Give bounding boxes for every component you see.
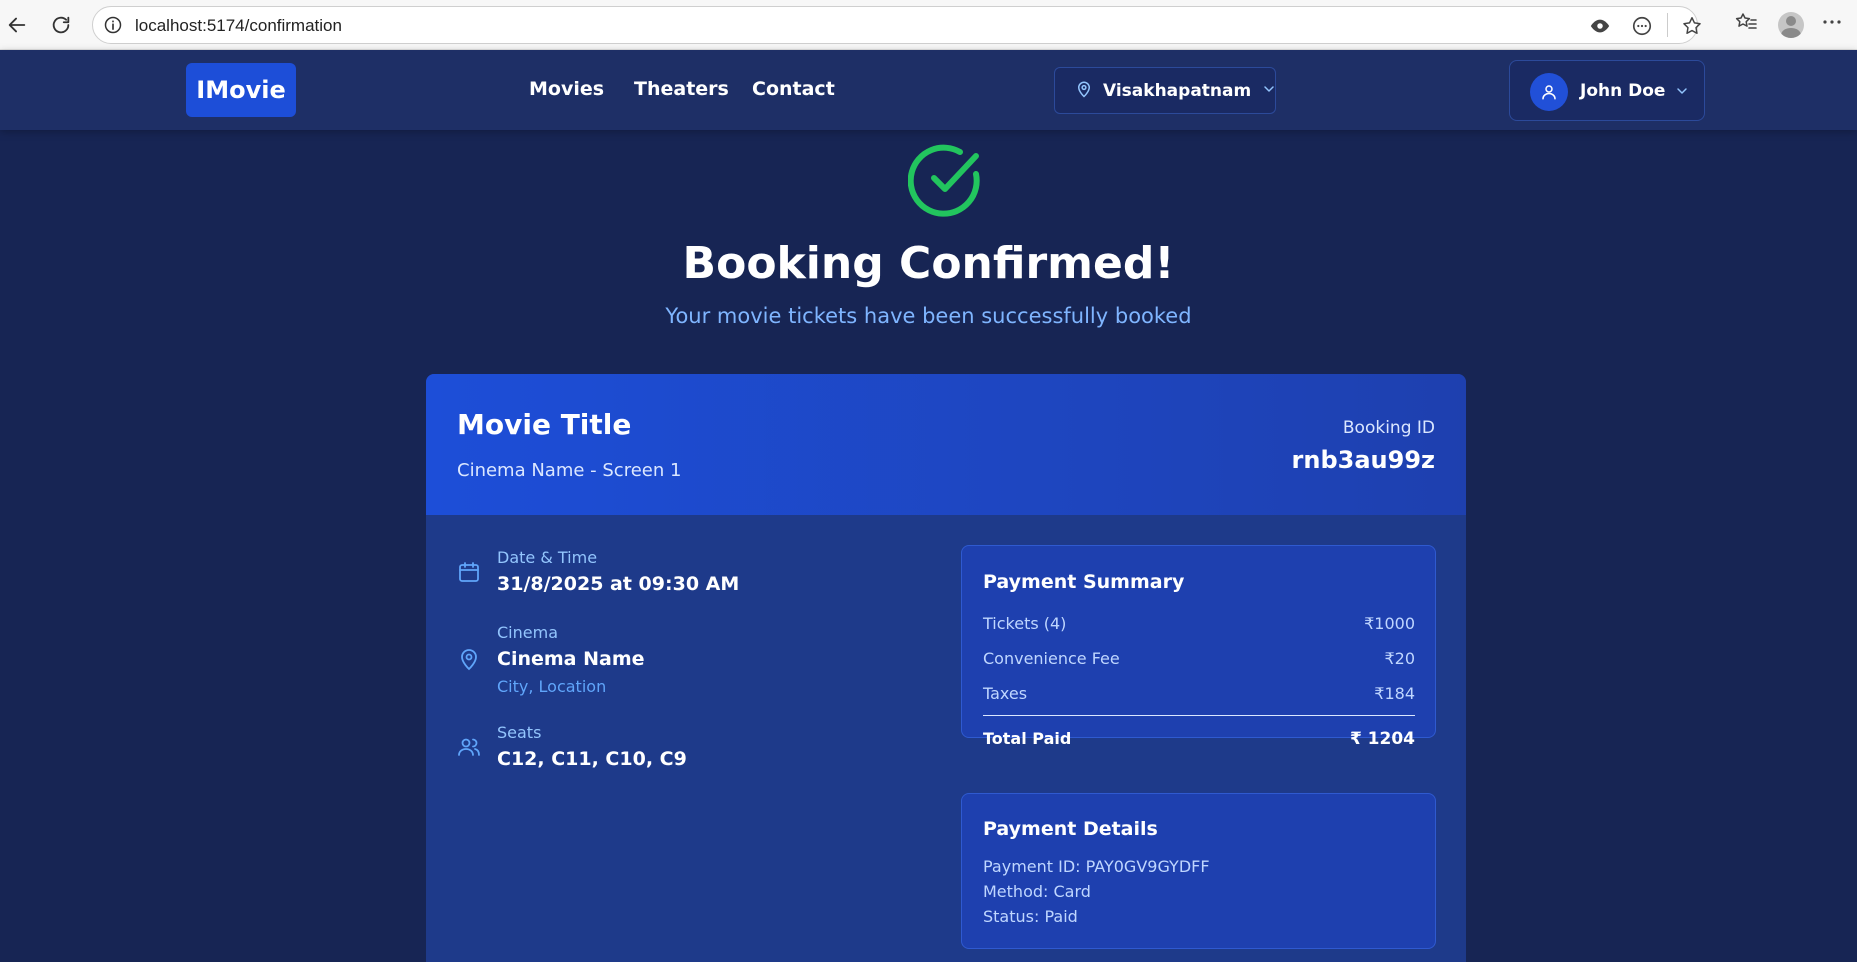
app-header: IMovie Movies Theaters Contact Visakhapa… bbox=[0, 50, 1857, 130]
cinema-screen: Cinema Name - Screen 1 bbox=[457, 460, 682, 481]
payment-details-title: Payment Details bbox=[983, 818, 1158, 840]
browser-toolbar: localhost:5174/confirmation bbox=[0, 0, 1857, 50]
payment-status: Status: Paid bbox=[983, 907, 1078, 926]
map-pin-icon bbox=[457, 647, 481, 675]
total-label: Total Paid bbox=[983, 729, 1072, 748]
menu-dots-icon[interactable] bbox=[1820, 10, 1844, 38]
payment-details-panel: Payment Details Payment ID: PAY0GV9GYDFF… bbox=[961, 793, 1436, 949]
location-selector[interactable]: Visakhapatnam bbox=[1054, 67, 1276, 114]
user-icon bbox=[1530, 73, 1568, 111]
seats-label: Seats bbox=[497, 723, 542, 742]
more-circle-icon[interactable] bbox=[1631, 15, 1653, 41]
movie-title: Movie Title bbox=[457, 408, 632, 441]
reload-icon[interactable] bbox=[46, 10, 76, 40]
payment-row-label: Tickets (4) bbox=[983, 614, 1067, 633]
payment-row-fee: Convenience Fee ₹20 bbox=[983, 649, 1415, 668]
users-icon bbox=[457, 735, 481, 763]
payment-row-taxes: Taxes ₹184 bbox=[983, 684, 1415, 703]
booking-id: rnb3au99z bbox=[1291, 446, 1435, 474]
booking-card: Movie Title Cinema Name - Screen 1 Booki… bbox=[426, 374, 1466, 962]
payment-method: Method: Card bbox=[983, 882, 1091, 901]
address-bar[interactable]: localhost:5174/confirmation bbox=[92, 6, 1701, 44]
user-menu[interactable]: John Doe bbox=[1509, 60, 1705, 121]
date-label: Date & Time bbox=[497, 548, 598, 567]
payment-row-amount: ₹20 bbox=[1384, 649, 1415, 668]
divider bbox=[1667, 13, 1669, 41]
payment-row-tickets: Tickets (4) ₹1000 bbox=[983, 614, 1415, 633]
check-circle-icon bbox=[907, 142, 984, 222]
payment-row-label: Convenience Fee bbox=[983, 649, 1120, 668]
star-icon[interactable] bbox=[1681, 15, 1703, 41]
booking-card-header: Movie Title Cinema Name - Screen 1 Booki… bbox=[426, 374, 1466, 515]
payment-summary-panel: Payment Summary Tickets (4) ₹1000 Conven… bbox=[961, 545, 1436, 749]
back-arrow-icon[interactable] bbox=[2, 10, 32, 40]
url-text[interactable]: localhost:5174/confirmation bbox=[135, 16, 342, 36]
cinema-value: Cinema Name bbox=[497, 648, 645, 670]
profile-avatar-icon[interactable] bbox=[1778, 12, 1804, 38]
location-label: Visakhapatnam bbox=[1103, 80, 1252, 101]
user-name: John Doe bbox=[1580, 81, 1666, 101]
logo[interactable]: IMovie bbox=[186, 63, 296, 117]
payment-row-amount: ₹184 bbox=[1374, 684, 1415, 703]
payment-row-amount: ₹1000 bbox=[1364, 614, 1415, 633]
booking-id-label: Booking ID bbox=[1342, 418, 1435, 438]
favorites-icon[interactable] bbox=[1734, 10, 1758, 38]
page-title: Booking Confirmed! bbox=[682, 238, 1175, 289]
divider bbox=[983, 715, 1415, 716]
page-subtitle: Your movie tickets have been successfull… bbox=[665, 304, 1192, 328]
map-pin-icon bbox=[1075, 79, 1093, 103]
nav-theaters[interactable]: Theaters bbox=[634, 78, 729, 100]
payment-row-label: Taxes bbox=[983, 684, 1028, 703]
cinema-location: City, Location bbox=[497, 677, 607, 696]
seats-value: C12, C11, C10, C9 bbox=[497, 748, 687, 770]
payment-id: Payment ID: PAY0GV9GYDFF bbox=[983, 857, 1210, 876]
site-info-icon[interactable] bbox=[103, 15, 123, 39]
cinema-label: Cinema bbox=[497, 623, 558, 642]
nav-movies[interactable]: Movies bbox=[529, 78, 604, 100]
payment-summary-title: Payment Summary bbox=[983, 571, 1185, 593]
total-amount: ₹ 1204 bbox=[1349, 729, 1415, 749]
eye-icon[interactable] bbox=[1589, 15, 1611, 41]
total-row: Total Paid ₹ 1204 bbox=[983, 729, 1415, 749]
nav-contact[interactable]: Contact bbox=[752, 78, 835, 100]
chevron-down-icon bbox=[1261, 81, 1277, 101]
calendar-icon bbox=[457, 560, 481, 588]
date-value: 31/8/2025 at 09:30 AM bbox=[497, 573, 740, 595]
chevron-down-icon bbox=[1674, 83, 1690, 103]
